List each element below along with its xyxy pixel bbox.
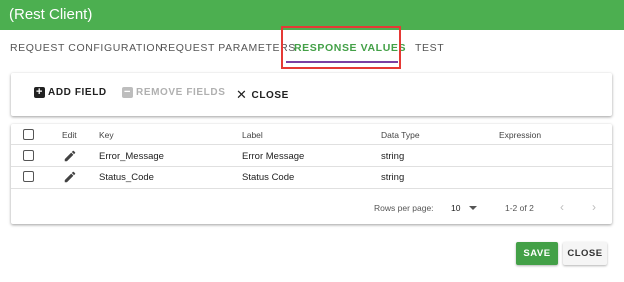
highlight-box bbox=[281, 26, 401, 69]
response-values-table: Edit Key Label Data Type Expression Erro… bbox=[11, 124, 612, 224]
chevron-left-icon[interactable]: ‹ bbox=[560, 200, 564, 214]
pencil-icon[interactable] bbox=[63, 149, 77, 163]
select-all-checkbox[interactable] bbox=[23, 129, 34, 140]
pagination-range: 1-2 of 2 bbox=[505, 203, 534, 213]
add-field-label: ADD FIELD bbox=[48, 87, 107, 98]
column-header-label[interactable]: Label bbox=[242, 130, 263, 140]
row-divider bbox=[11, 166, 612, 167]
column-header-edit: Edit bbox=[62, 130, 77, 140]
column-header-data-type[interactable]: Data Type bbox=[381, 130, 420, 140]
plus-box-icon: + bbox=[34, 86, 45, 98]
close-button[interactable]: CLOSE bbox=[563, 242, 607, 265]
remove-fields-label: REMOVE FIELDS bbox=[136, 87, 226, 98]
pencil-icon[interactable] bbox=[63, 170, 77, 184]
row-divider bbox=[11, 188, 612, 189]
row-key: Status_Code bbox=[99, 172, 154, 183]
tab-test[interactable]: TEST bbox=[415, 42, 444, 54]
minus-box-icon: − bbox=[122, 86, 133, 98]
chevron-right-icon[interactable]: › bbox=[592, 200, 596, 214]
save-button[interactable]: SAVE bbox=[516, 242, 558, 265]
close-toolbar-button[interactable]: ✕ CLOSE bbox=[236, 87, 289, 103]
field-toolbar: + ADD FIELD − REMOVE FIELDS ✕ CLOSE bbox=[11, 73, 612, 116]
row-key: Error_Message bbox=[99, 151, 164, 162]
rows-per-page-value: 10 bbox=[451, 203, 461, 213]
row-data-type: string bbox=[381, 151, 405, 162]
tab-request-configuration[interactable]: REQUEST CONFIGURATION bbox=[10, 42, 163, 54]
row-label: Error Message bbox=[242, 151, 305, 162]
add-field-button[interactable]: + ADD FIELD bbox=[34, 87, 107, 98]
row-data-type: string bbox=[381, 172, 405, 183]
row-checkbox[interactable] bbox=[23, 171, 34, 182]
column-header-expression[interactable]: Expression bbox=[499, 130, 541, 140]
rows-per-page-label: Rows per page: bbox=[374, 203, 434, 213]
header-divider bbox=[11, 144, 612, 145]
close-toolbar-label: CLOSE bbox=[251, 89, 289, 101]
remove-fields-button[interactable]: − REMOVE FIELDS bbox=[122, 87, 225, 98]
column-header-key[interactable]: Key bbox=[99, 130, 114, 140]
tab-request-parameters[interactable]: REQUEST PARAMETERS bbox=[160, 42, 296, 54]
close-icon: ✕ bbox=[236, 87, 248, 102]
row-label: Status Code bbox=[242, 172, 295, 183]
dropdown-arrow-icon bbox=[469, 206, 477, 210]
rows-per-page-select[interactable]: 10 bbox=[447, 198, 481, 216]
row-checkbox[interactable] bbox=[23, 150, 34, 161]
